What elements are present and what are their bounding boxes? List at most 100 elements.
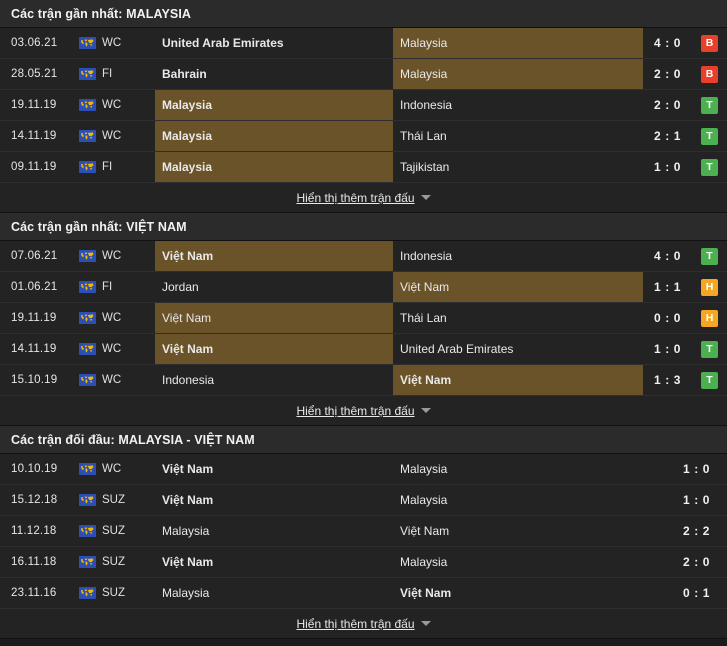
away-team[interactable]: Malaysia xyxy=(393,59,643,89)
competition-flag-cell xyxy=(72,90,102,120)
competition-code: WC xyxy=(102,250,122,262)
match-score: 0 : 1 xyxy=(682,586,710,600)
status-badge: T xyxy=(701,96,718,114)
match-date: 01.06.21 xyxy=(11,281,58,293)
home-team[interactable]: Việt Nam xyxy=(155,334,393,364)
away-team[interactable]: Thái Lan xyxy=(393,303,643,333)
away-team[interactable]: Việt Nam xyxy=(393,516,643,546)
competition-flag-cell xyxy=(72,303,102,333)
table-row[interactable]: 15.12.18 SUZ Việt Nam Malaysia 1 : 0 xyxy=(0,485,727,516)
table-row[interactable]: 14.11.19 WC Malaysia Thái Lan 2 : 1 T xyxy=(0,121,727,152)
match-score: 2 : 1 xyxy=(653,129,681,143)
match-score: 4 : 0 xyxy=(653,249,681,263)
home-team[interactable]: Việt Nam xyxy=(155,303,393,333)
section-header: Các trận đối đầu: MALAYSIA - VIỆT NAM xyxy=(0,426,727,454)
home-team[interactable]: Malaysia xyxy=(155,121,393,151)
table-row[interactable]: 19.11.19 WC Malaysia Indonesia 2 : 0 T xyxy=(0,90,727,121)
match-score: 2 : 0 xyxy=(682,555,710,569)
home-team[interactable]: United Arab Emirates xyxy=(155,28,393,58)
home-team[interactable]: Việt Nam xyxy=(155,547,393,577)
competition-code: WC xyxy=(102,130,122,142)
result-badge-cell: T xyxy=(692,152,727,182)
table-row[interactable]: 19.11.19 WC Việt Nam Thái Lan 0 : 0 H xyxy=(0,303,727,334)
away-team[interactable]: Malaysia xyxy=(393,485,643,515)
table-row[interactable]: 14.11.19 WC Việt Nam United Arab Emirates 1 … xyxy=(0,334,727,365)
home-team[interactable]: Bahrain xyxy=(155,59,393,89)
away-team[interactable]: Malaysia xyxy=(393,28,643,58)
show-more-link[interactable]: Hiển thị thêm trận đấu xyxy=(296,617,414,631)
world-competition-icon xyxy=(78,99,96,111)
section-header: Các trận gần nhất: VIỆT NAM xyxy=(0,213,727,241)
away-team[interactable]: United Arab Emirates xyxy=(393,334,643,364)
home-team[interactable]: Việt Nam xyxy=(155,485,393,515)
section-title: Các trận đối đầu: MALAYSIA - VIỆT NAM xyxy=(11,432,255,447)
competition-code: SUZ xyxy=(102,587,125,599)
match-score: 1 : 0 xyxy=(653,160,681,174)
table-row[interactable]: 09.11.19 FI Malaysia Tajikistan 1 : 0 T xyxy=(0,152,727,183)
competition-code: WC xyxy=(102,37,122,49)
match-score: 2 : 0 xyxy=(653,98,681,112)
section-title: Các trận gần nhất: MALAYSIA xyxy=(11,6,192,21)
show-more-bar[interactable]: Hiển thị thêm trận đấu xyxy=(0,183,727,213)
away-team[interactable]: Indonesia xyxy=(393,90,643,120)
status-badge: B xyxy=(701,65,718,83)
world-competition-icon xyxy=(78,130,96,142)
bottom-filler xyxy=(0,639,727,646)
show-more-bar[interactable]: Hiển thị thêm trận đấu xyxy=(0,396,727,426)
world-competition-icon xyxy=(78,250,96,262)
away-team[interactable]: Malaysia xyxy=(393,454,643,484)
match-date: 28.05.21 xyxy=(11,68,58,80)
match-score: 1 : 0 xyxy=(682,462,710,476)
show-more-link[interactable]: Hiển thị thêm trận đấu xyxy=(296,191,414,205)
table-row[interactable]: 28.05.21 FI Bahrain Malaysia 2 : 0 B xyxy=(0,59,727,90)
table-row[interactable]: 01.06.21 FI Jordan Việt Nam 1 : 1 H xyxy=(0,272,727,303)
away-team[interactable]: Việt Nam xyxy=(393,272,643,302)
result-badge-cell: B xyxy=(692,28,727,58)
home-team[interactable]: Indonesia xyxy=(155,365,393,395)
away-team[interactable]: Malaysia xyxy=(393,547,643,577)
home-team[interactable]: Jordan xyxy=(155,272,393,302)
world-competition-icon xyxy=(78,556,96,568)
table-row[interactable]: 03.06.21 WC United Arab Emirates Malaysia 4 … xyxy=(0,28,727,59)
match-score: 1 : 0 xyxy=(682,493,710,507)
table-row[interactable]: 11.12.18 SUZ Malaysia Việt Nam 2 : 2 xyxy=(0,516,727,547)
table-row[interactable]: 10.10.19 WC Việt Nam Malaysia 1 : 0 xyxy=(0,454,727,485)
competition-code: SUZ xyxy=(102,556,125,568)
world-competition-icon xyxy=(78,161,96,173)
table-row[interactable]: 07.06.21 WC Việt Nam Indonesia 4 : 0 T xyxy=(0,241,727,272)
table-row[interactable]: 23.11.16 SUZ Malaysia Việt Nam 0 : 1 xyxy=(0,578,727,609)
show-more-bar[interactable]: Hiển thị thêm trận đấu xyxy=(0,609,727,639)
home-team[interactable]: Malaysia xyxy=(155,152,393,182)
chevron-down-icon[interactable] xyxy=(420,621,431,626)
chevron-down-icon[interactable] xyxy=(420,195,431,200)
match-date: 10.10.19 xyxy=(11,463,58,475)
table-row[interactable]: 16.11.18 SUZ Việt Nam Malaysia 2 : 0 xyxy=(0,547,727,578)
competition-code: SUZ xyxy=(102,525,125,537)
home-team[interactable]: Malaysia xyxy=(155,90,393,120)
home-team[interactable]: Việt Nam xyxy=(155,454,393,484)
competition-code: WC xyxy=(102,374,122,386)
away-team[interactable]: Thái Lan xyxy=(393,121,643,151)
home-team[interactable]: Malaysia xyxy=(155,578,393,608)
chevron-down-icon[interactable] xyxy=(420,408,431,413)
status-badge: T xyxy=(701,127,718,145)
match-date: 16.11.18 xyxy=(11,556,57,568)
home-team[interactable]: Malaysia xyxy=(155,516,393,546)
status-badge: H xyxy=(701,309,718,327)
status-badge: T xyxy=(701,247,718,265)
show-more-link[interactable]: Hiển thị thêm trận đấu xyxy=(296,404,414,418)
result-badge-cell: H xyxy=(692,303,727,333)
away-team[interactable]: Việt Nam xyxy=(393,365,643,395)
away-team[interactable]: Indonesia xyxy=(393,241,643,271)
match-date: 15.12.18 xyxy=(11,494,58,506)
competition-flag-cell xyxy=(72,241,102,271)
table-row[interactable]: 15.10.19 WC Indonesia Việt Nam 1 : 3 T xyxy=(0,365,727,396)
result-badge-cell: T xyxy=(692,121,727,151)
home-team[interactable]: Việt Nam xyxy=(155,241,393,271)
world-competition-icon xyxy=(78,68,96,80)
competition-flag-cell xyxy=(72,365,102,395)
away-team[interactable]: Việt Nam xyxy=(393,578,643,608)
away-team[interactable]: Tajikistan xyxy=(393,152,643,182)
world-competition-icon xyxy=(78,343,96,355)
match-score: 1 : 0 xyxy=(653,342,681,356)
